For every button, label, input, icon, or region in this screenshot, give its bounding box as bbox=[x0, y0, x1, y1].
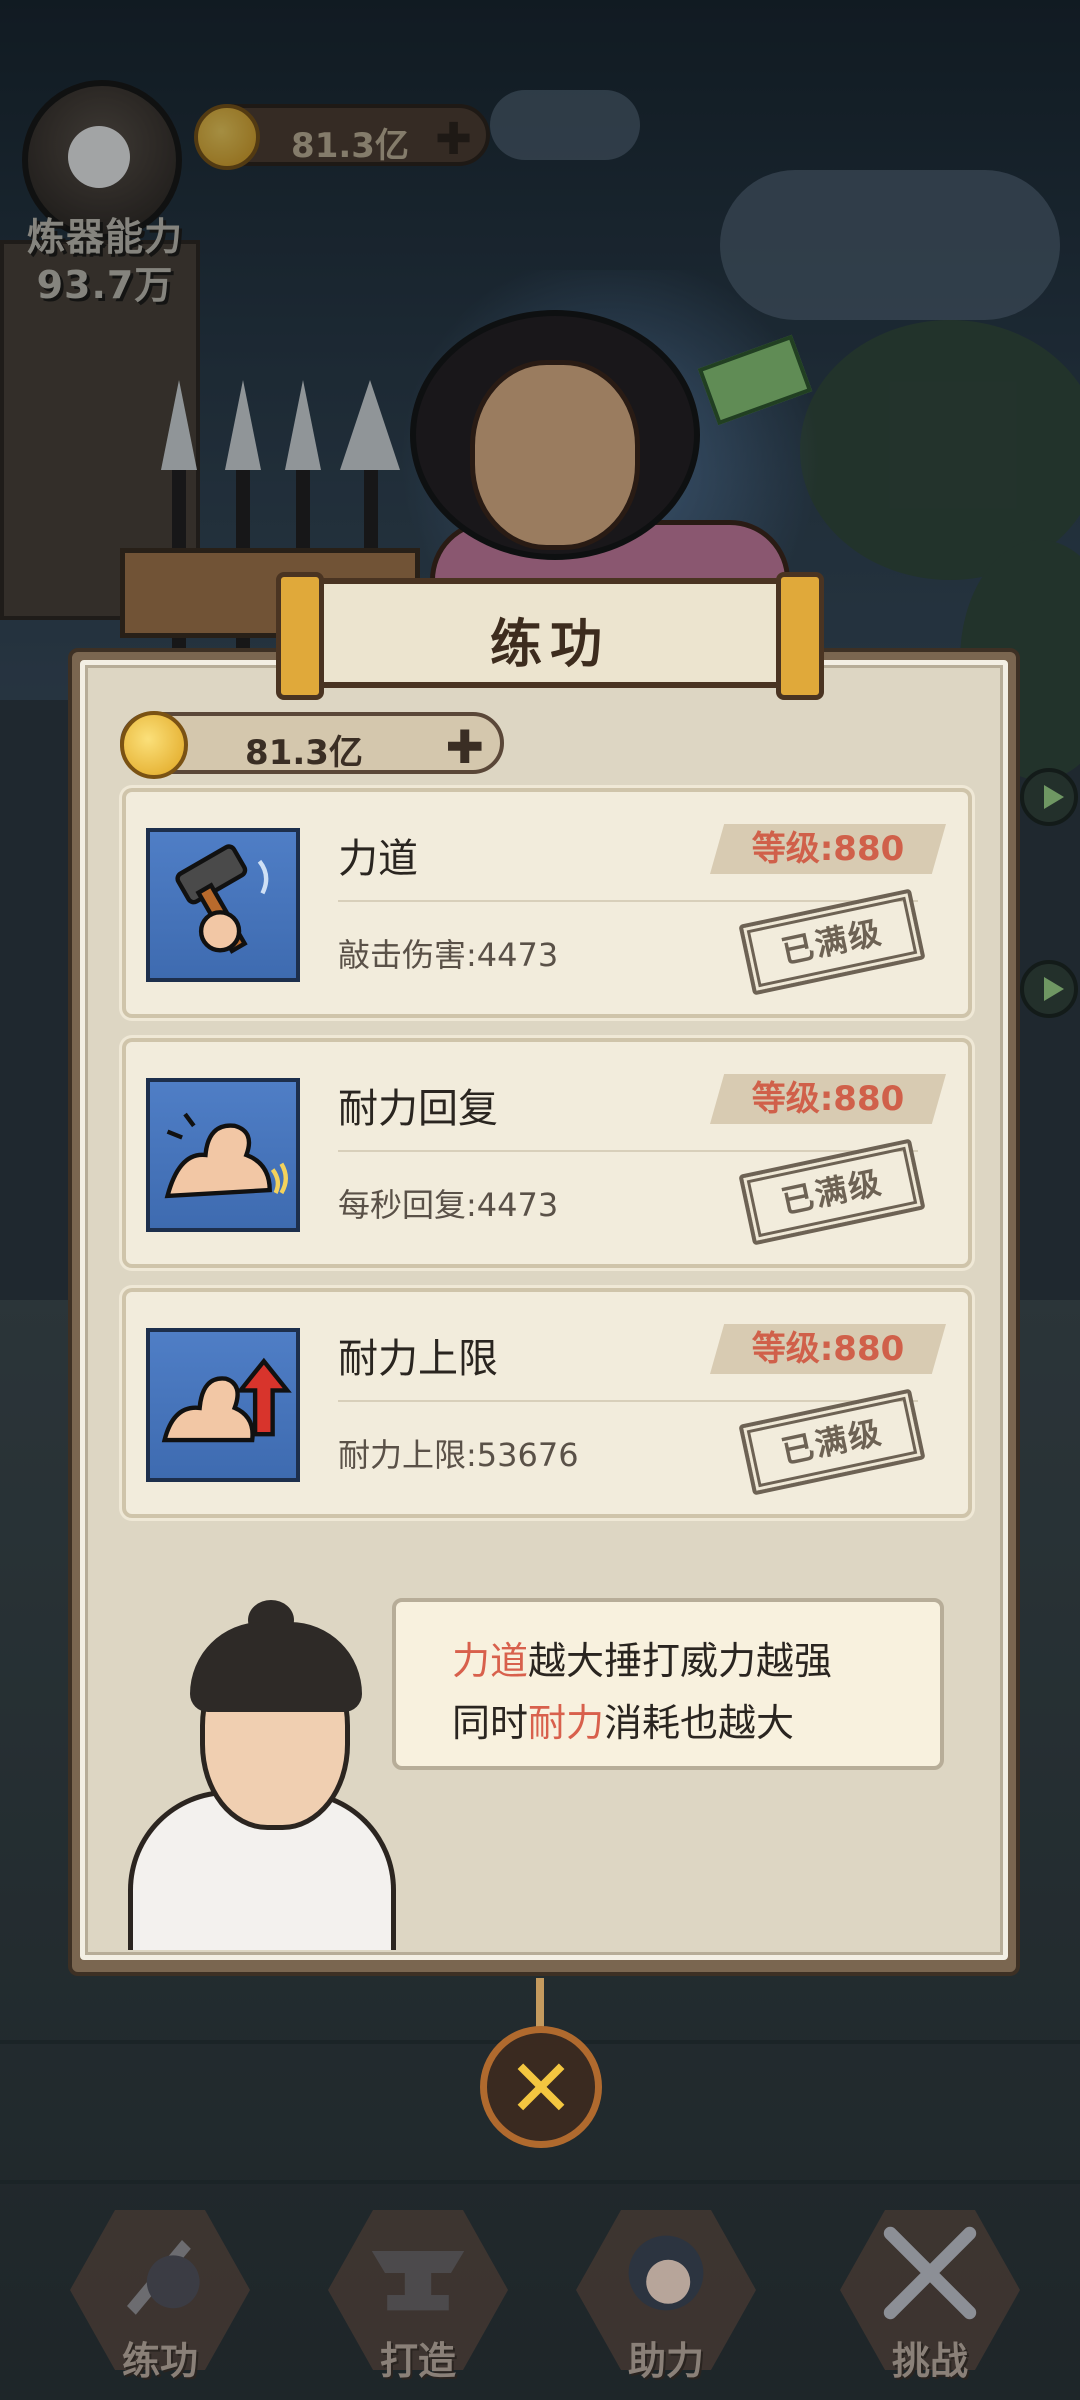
skill-name: 力道 bbox=[338, 836, 418, 882]
nav-label: 练功 bbox=[121, 2339, 198, 2383]
hint-text: 同时 bbox=[452, 1701, 529, 1745]
hint-line-1: 力道越大捶打威力越强 bbox=[452, 1630, 832, 1685]
maxed-stamp: 已满级 bbox=[738, 1138, 926, 1246]
skill-divider bbox=[338, 900, 918, 902]
hint-bubble: 力道越大捶打威力越强 同时耐力消耗也越大 bbox=[392, 1598, 944, 1770]
maxed-stamp-text: 已满级 bbox=[778, 912, 886, 972]
panel-add-coins-button[interactable]: ✚ bbox=[445, 720, 484, 774]
skill-description: 每秒回复:4473 bbox=[338, 1186, 559, 1224]
crossed-swords-icon bbox=[883, 2226, 977, 2320]
hint-highlight-strength: 力道 bbox=[452, 1639, 529, 1683]
skill-card-strength[interactable]: 力道 敲击伤害:4473 等级:880 已满级 bbox=[122, 788, 972, 1018]
arm-up-arrow-icon bbox=[146, 1328, 300, 1482]
panel-title: 练功 bbox=[489, 615, 610, 675]
skill-card-stamina-max[interactable]: 耐力上限 耐力上限:53676 等级:880 已满级 bbox=[122, 1288, 972, 1518]
skill-level-text: 等级:880 bbox=[751, 829, 905, 869]
nav-assist[interactable]: 助力 bbox=[566, 2200, 766, 2390]
skill-description: 耐力上限:53676 bbox=[338, 1436, 579, 1474]
sword-helmet-icon bbox=[127, 2240, 200, 2315]
panel-coin-counter: 81.3亿 ✚ bbox=[120, 711, 504, 779]
coin-icon bbox=[120, 711, 188, 779]
hint-text: 越大捶打威力越强 bbox=[528, 1639, 833, 1683]
skill-description: 敲击伤害:4473 bbox=[338, 936, 559, 974]
skill-divider bbox=[338, 1150, 918, 1152]
maxed-stamp-text: 已满级 bbox=[778, 1162, 886, 1222]
skill-card-stamina-regen[interactable]: 耐力回复 每秒回复:4473 等级:880 已满级 bbox=[122, 1038, 972, 1268]
close-button[interactable]: ✕ bbox=[480, 2026, 602, 2148]
girl-avatar-icon bbox=[628, 2235, 704, 2311]
hammer-icon bbox=[146, 828, 300, 982]
skill-level-text: 等级:880 bbox=[751, 1079, 905, 1119]
skill-level-text: 等级:880 bbox=[751, 1329, 905, 1369]
nav-forge[interactable]: 打造 bbox=[318, 2200, 518, 2390]
anvil-icon bbox=[371, 2251, 465, 2311]
flex-arm-icon bbox=[146, 1078, 300, 1232]
maxed-stamp: 已满级 bbox=[738, 888, 926, 996]
skill-level-tag: 等级:880 bbox=[710, 1074, 946, 1124]
hint-text: 消耗也越大 bbox=[604, 1701, 795, 1745]
skill-level-tag: 等级:880 bbox=[710, 1324, 946, 1374]
skill-name: 耐力回复 bbox=[338, 1086, 498, 1132]
skill-divider bbox=[338, 1400, 918, 1402]
nav-label: 助力 bbox=[627, 2339, 704, 2383]
skill-level-tag: 等级:880 bbox=[710, 824, 946, 874]
maxed-stamp-text: 已满级 bbox=[778, 1412, 886, 1472]
skill-name: 耐力上限 bbox=[338, 1336, 498, 1382]
close-icon: ✕ bbox=[507, 2042, 575, 2135]
hint-line-2: 同时耐力消耗也越大 bbox=[452, 1692, 794, 1747]
nav-label: 挑战 bbox=[891, 2339, 968, 2383]
hint-highlight-stamina: 耐力 bbox=[528, 1701, 605, 1745]
nav-label: 打造 bbox=[379, 2339, 456, 2383]
panel-coin-value: 81.3亿 bbox=[245, 733, 363, 773]
nav-challenge[interactable]: 挑战 bbox=[830, 2200, 1030, 2390]
nav-training[interactable]: 练功 bbox=[60, 2200, 260, 2390]
maxed-stamp: 已满级 bbox=[738, 1388, 926, 1496]
panel-title-banner: 练功 bbox=[276, 572, 824, 700]
